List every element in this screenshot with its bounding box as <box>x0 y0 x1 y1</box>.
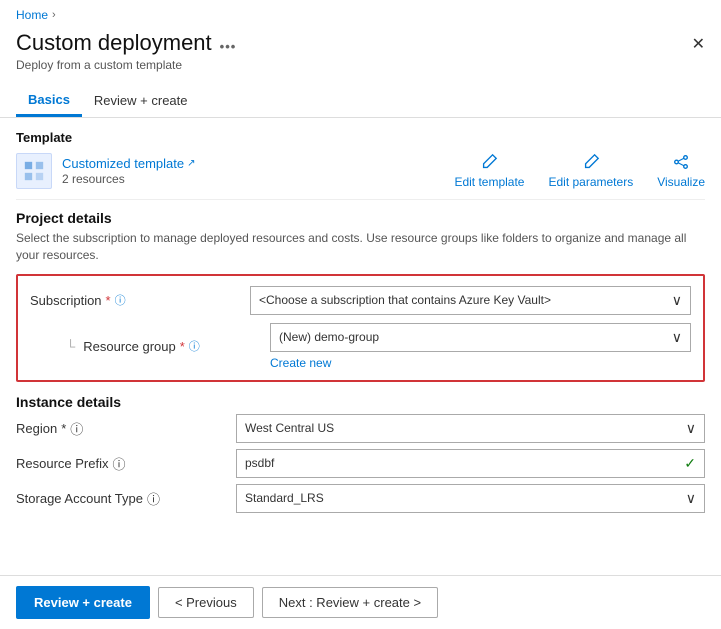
breadcrumb: Home › <box>0 0 721 26</box>
resource-group-required: * <box>180 339 185 354</box>
edit-parameters-button[interactable]: Edit parameters <box>548 153 633 189</box>
storage-account-field-value: Standard_LRS ∨ <box>236 484 705 513</box>
storage-account-label: Storage Account Type ⓘ <box>16 489 236 508</box>
resource-group-label: └ Resource group * ⓘ <box>50 338 270 354</box>
page-header: Custom deployment ••• Deploy from a cust… <box>0 26 721 80</box>
breadcrumb-separator: › <box>52 9 56 21</box>
template-row: Customized template ↗ 2 resources Edit t… <box>16 153 705 189</box>
more-options-button[interactable]: ••• <box>220 39 237 54</box>
template-section-label: Template <box>16 130 705 145</box>
template-icon <box>16 153 52 189</box>
region-label: Region * ⓘ <box>16 419 236 438</box>
region-chevron-icon: ∨ <box>686 420 696 437</box>
region-info-icon[interactable]: ⓘ <box>70 419 83 438</box>
region-row: Region * ⓘ West Central US ∨ <box>16 414 705 443</box>
resource-prefix-info-icon[interactable]: ⓘ <box>112 454 125 473</box>
subscription-dropdown[interactable]: <Choose a subscription that contains Azu… <box>250 286 691 315</box>
region-required: * <box>61 421 66 436</box>
storage-account-chevron-icon: ∨ <box>686 490 696 507</box>
storage-account-dropdown[interactable]: Standard_LRS ∨ <box>236 484 705 513</box>
bottom-bar: Review + create < Previous Next : Review… <box>0 575 721 629</box>
close-button[interactable]: ✕ <box>692 34 705 54</box>
storage-account-info-icon[interactable]: ⓘ <box>147 489 160 508</box>
visualize-button[interactable]: Visualize <box>657 153 705 189</box>
resource-group-field-value: (New) demo-group ∨ Create new <box>270 323 691 370</box>
external-link-icon: ↗ <box>187 158 195 169</box>
resource-group-chevron-icon: ∨ <box>672 329 682 346</box>
project-details-desc: Select the subscription to manage deploy… <box>16 230 705 264</box>
page-title: Custom deployment ••• <box>16 30 236 56</box>
subscription-row: Subscription * ⓘ <Choose a subscription … <box>30 286 691 315</box>
header-left: Custom deployment ••• Deploy from a cust… <box>16 30 236 72</box>
resource-prefix-row: Resource Prefix ⓘ psdbf ✓ <box>16 449 705 478</box>
resource-prefix-field-value: psdbf ✓ <box>236 449 705 478</box>
storage-account-row: Storage Account Type ⓘ Standard_LRS ∨ <box>16 484 705 513</box>
next-button[interactable]: Next : Review + create > <box>262 587 438 618</box>
instance-details-section: Instance details Region * ⓘ West Central… <box>16 394 705 513</box>
template-actions: Edit template Edit parameters <box>454 153 705 189</box>
template-grid-icon <box>23 160 45 182</box>
resource-group-row: └ Resource group * ⓘ (New) demo-group ∨ … <box>30 323 691 370</box>
edit-parameters-icon <box>582 153 600 171</box>
template-link[interactable]: Customized template ↗ <box>62 156 196 171</box>
project-details-title: Project details <box>16 210 705 226</box>
subscription-required: * <box>106 293 111 308</box>
project-details-form: Subscription * ⓘ <Choose a subscription … <box>16 274 705 382</box>
edit-template-button[interactable]: Edit template <box>454 153 524 189</box>
content-area: Template Customized template ↗ <box>0 118 721 531</box>
template-text: Customized template ↗ 2 resources <box>62 156 196 186</box>
breadcrumb-home[interactable]: Home <box>16 8 48 22</box>
tab-basics[interactable]: Basics <box>16 84 82 117</box>
subscription-info-icon[interactable]: ⓘ <box>115 292 126 308</box>
subscription-field-value: <Choose a subscription that contains Azu… <box>250 286 691 315</box>
subscription-chevron-icon: ∨ <box>672 292 682 309</box>
subscription-label: Subscription * ⓘ <box>30 292 250 308</box>
previous-button[interactable]: < Previous <box>158 587 254 618</box>
resource-group-dropdown[interactable]: (New) demo-group ∨ <box>270 323 691 352</box>
resource-prefix-label: Resource Prefix ⓘ <box>16 454 236 473</box>
review-create-button[interactable]: Review + create <box>16 586 150 619</box>
page: Home › Custom deployment ••• Deploy from… <box>0 0 721 629</box>
template-info: Customized template ↗ 2 resources <box>16 153 196 189</box>
resource-group-info-icon[interactable]: ⓘ <box>189 338 200 354</box>
resource-prefix-check-icon: ✓ <box>684 455 696 472</box>
tab-review-create[interactable]: Review + create <box>82 84 200 117</box>
create-new-link[interactable]: Create new <box>270 356 691 370</box>
edit-template-icon <box>480 153 498 171</box>
region-dropdown[interactable]: West Central US ∨ <box>236 414 705 443</box>
instance-details-title: Instance details <box>16 394 705 410</box>
region-field-value: West Central US ∨ <box>236 414 705 443</box>
visualize-icon <box>672 153 690 171</box>
resource-prefix-dropdown[interactable]: psdbf ✓ <box>236 449 705 478</box>
divider-1 <box>16 199 705 200</box>
tabs-container: Basics Review + create <box>0 84 721 118</box>
page-subtitle: Deploy from a custom template <box>16 58 236 72</box>
template-resources: 2 resources <box>62 172 196 186</box>
